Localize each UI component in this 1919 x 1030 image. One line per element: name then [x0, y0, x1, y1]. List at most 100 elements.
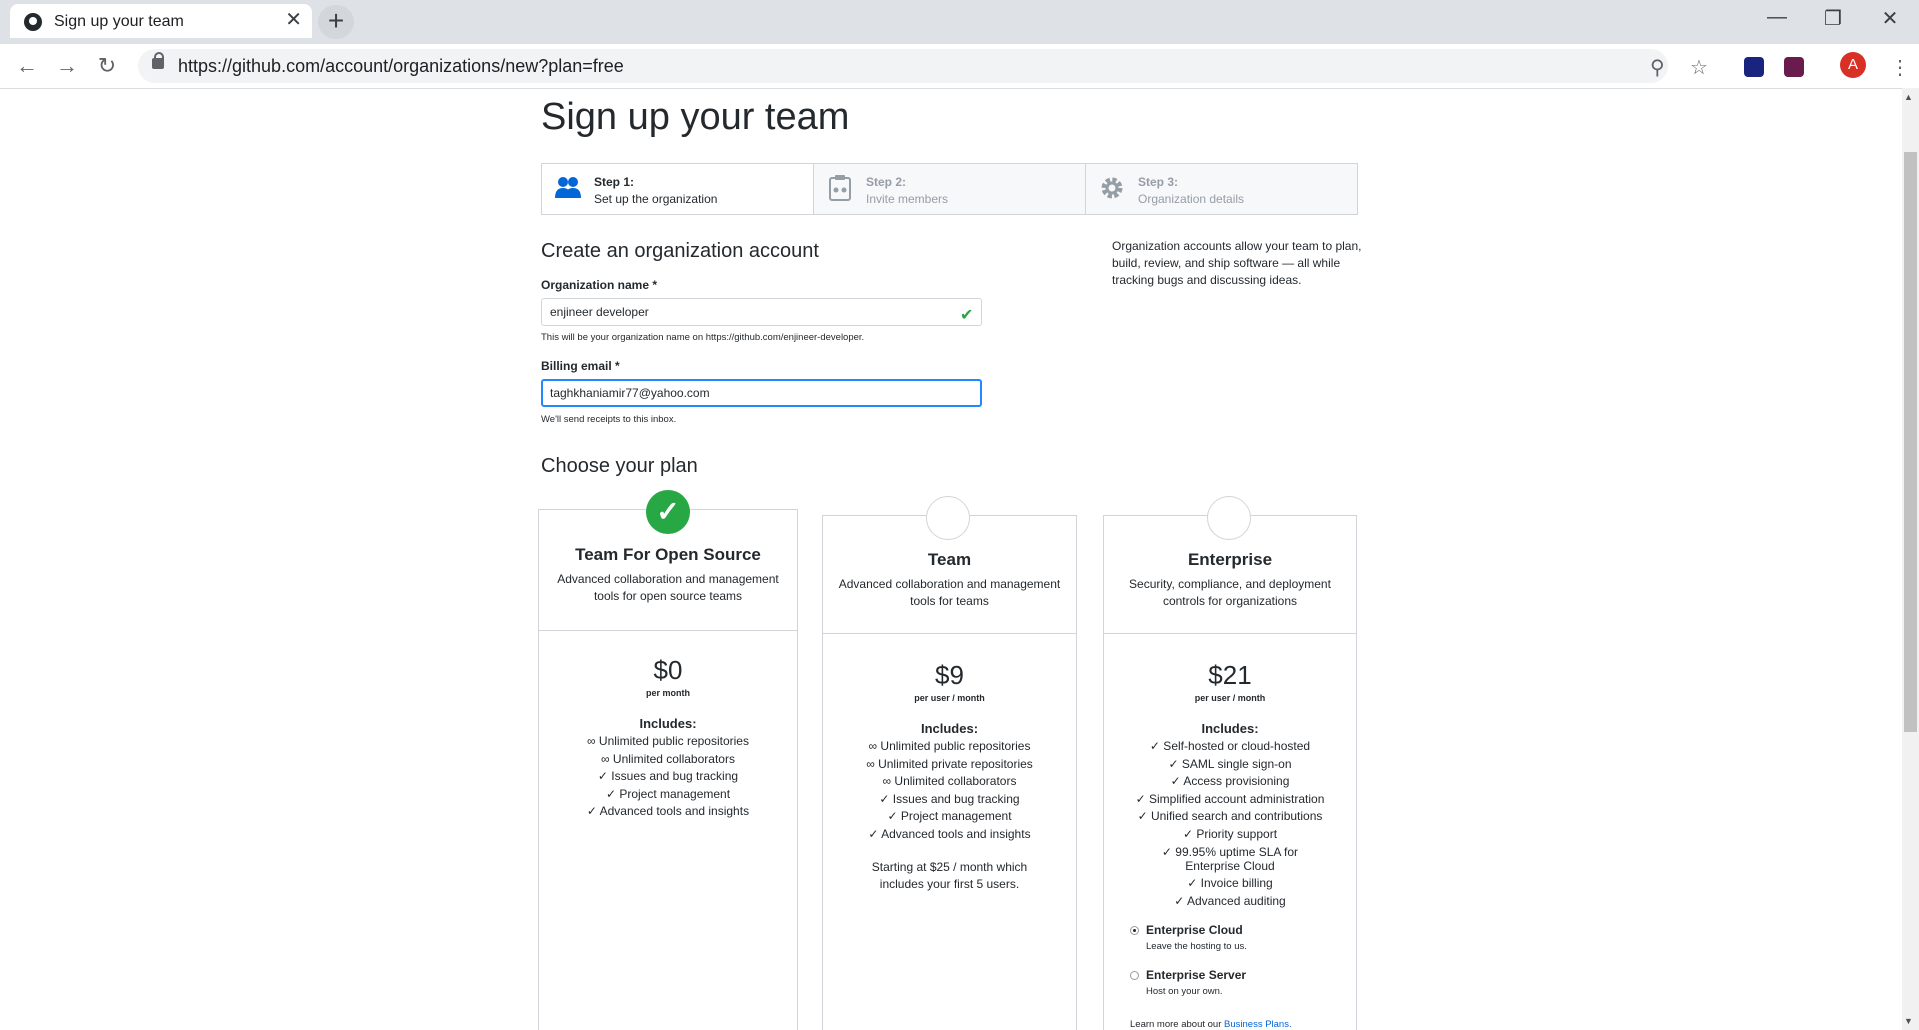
feature-item: ✓ Priority support [1182, 826, 1278, 841]
tab-close-icon[interactable]: ✕ [285, 9, 302, 31]
plan-name: Team For Open Source [575, 545, 761, 564]
minimize-button[interactable]: — [1757, 6, 1797, 29]
profile-avatar[interactable]: A [1840, 52, 1866, 78]
billing-email-label: Billing email * [541, 359, 620, 373]
includes-label: Includes: [920, 721, 979, 736]
org-info-note: Organization accounts allow your team to… [1112, 239, 1362, 287]
feature-item: ✓ Self-hosted or cloud-hosted [1149, 739, 1311, 753]
plan-card-team[interactable]: Team Advanced collaboration and manageme… [822, 515, 1077, 1030]
feature-item: ✓ Advanced tools and insights [868, 826, 1031, 841]
plan-period: per user / month [1194, 693, 1266, 703]
close-window-button[interactable]: ✕ [1870, 6, 1910, 31]
address-bar[interactable]: https://github.com/account/organizations… [138, 49, 1668, 83]
select-plan-radio[interactable] [926, 496, 970, 540]
step-desc: Invite members [866, 192, 949, 206]
feature-item: ✓ Invoice billing [1187, 876, 1273, 890]
plan-period: per month [646, 688, 690, 698]
step-desc: Organization details [1138, 192, 1245, 206]
browser-toolbar: ← → ↻ https://github.com/account/organiz… [0, 44, 1919, 89]
gear-icon [1101, 177, 1123, 199]
feature-item: ✓ Issues and bug tracking [879, 791, 1020, 806]
zoom-icon[interactable]: ⚲ [1650, 55, 1665, 80]
org-name-label: Organization name * [541, 278, 658, 292]
feature-list: ∞ Unlimited public repositories ∞ Unlimi… [539, 733, 797, 821]
browser-tab[interactable]: Sign up your team ✕ [10, 4, 312, 38]
org-name-note: This will be your organization name on h… [541, 332, 865, 343]
valid-check-icon: ✔ [960, 307, 974, 324]
lock-icon [152, 52, 164, 69]
step-2: Step 2: Invite members [814, 164, 1086, 214]
plan-card-open-source[interactable]: Team For Open Source Advanced collaborat… [538, 509, 798, 1030]
new-tab-button[interactable]: + [318, 5, 354, 39]
step-1: Step 1: Set up the organization [542, 164, 814, 214]
enterprise-server-radio[interactable] [1130, 971, 1139, 980]
learn-more-prefix: Learn more about our [1130, 1019, 1225, 1030]
people-icon [555, 177, 581, 198]
feature-item: ∞ Unlimited private repositories [866, 756, 1033, 771]
plan-desc: Advanced collaboration and management to… [838, 577, 1061, 608]
feature-item: ✓ Advanced tools and insights [586, 804, 750, 818]
menu-icon[interactable]: ⋮ [1890, 55, 1910, 80]
step-label: Step 2: [866, 175, 907, 189]
feature-item: ✓ SAML single sign-on [1168, 756, 1292, 771]
feature-item: ✓ Project management [887, 809, 1012, 823]
learn-more-text: Learn more about our Business Plans. [1130, 1019, 1292, 1030]
feature-item: ∞ Unlimited collaborators [882, 774, 1017, 788]
back-button[interactable]: ← [12, 53, 42, 79]
enterprise-cloud-radio[interactable] [1130, 926, 1139, 935]
form-heading: Create an organization account [541, 240, 819, 262]
url-text[interactable]: https://github.com/account/organizations… [178, 56, 624, 77]
feature-item: ✓ 99.95% uptime SLA for Enterprise Cloud [1161, 845, 1299, 873]
feature-list: ✓ Self-hosted or cloud-hosted ✓ SAML sin… [1104, 738, 1356, 910]
scroll-up-icon[interactable]: ▲ [1904, 92, 1913, 102]
feature-item: ∞ Unlimited collaborators [601, 751, 735, 766]
billing-email-note: We'll send receipts to this inbox. [541, 414, 677, 425]
includes-label: Includes: [1201, 721, 1259, 736]
forward-button[interactable]: → [52, 53, 82, 79]
plan-desc: Security, compliance, and deployment con… [1129, 577, 1331, 608]
reload-button[interactable]: ↻ [92, 53, 122, 79]
select-plan-radio[interactable] [1207, 496, 1251, 540]
plan-price: $21 [1208, 660, 1252, 690]
feature-item: ✓ Project management [605, 786, 731, 801]
bookmark-star-icon[interactable]: ☆ [1690, 55, 1708, 80]
option-label: Enterprise Cloud [1146, 923, 1243, 937]
plan-price: $0 [653, 655, 683, 685]
feature-list: ∞ Unlimited public repositories ∞ Unlimi… [823, 738, 1076, 843]
selected-check-icon[interactable]: ✓ [646, 490, 690, 534]
includes-label: Includes: [639, 716, 697, 731]
feature-item: ∞ Unlimited public repositories [587, 734, 749, 748]
tab-title: Sign up your team [54, 13, 184, 30]
plan-desc: Advanced collaboration and management to… [557, 572, 779, 603]
option-sub: Host on your own. [1146, 986, 1223, 997]
option-sub: Leave the hosting to us. [1146, 941, 1247, 952]
feature-item: ✓ Access provisioning [1170, 774, 1290, 788]
feature-item: ✓ Advanced auditing [1174, 893, 1286, 908]
step-label: Step 3: [1138, 175, 1179, 189]
plan-name: Enterprise [1187, 550, 1273, 569]
feature-item: ∞ Unlimited public repositories [868, 739, 1031, 753]
plan-price: $9 [935, 660, 964, 690]
page-title: Sign up your team [541, 96, 850, 138]
extension-icon[interactable] [1784, 57, 1804, 77]
plan-card-enterprise[interactable]: Enterprise Security, compliance, and dep… [1103, 515, 1357, 1030]
org-name-input[interactable] [541, 298, 982, 326]
billing-email-input[interactable] [541, 379, 982, 407]
extension-icon[interactable] [1744, 57, 1764, 77]
browser-chrome: Sign up your team ✕ + — ❐ ✕ ← → ↻ https:… [0, 0, 1919, 89]
step-3: Step 3: Organization details [1086, 164, 1357, 214]
scroll-down-icon[interactable]: ▼ [1904, 1016, 1913, 1026]
feature-item: ✓ Simplified account administration [1135, 791, 1325, 806]
restore-button[interactable]: ❐ [1813, 6, 1853, 31]
plan-name: Team [927, 550, 972, 569]
business-plans-link[interactable]: Business Plans. [1224, 1019, 1292, 1030]
step-desc: Set up the organization [594, 192, 718, 206]
team-starting-price: Starting at $25 / month which includes y… [871, 860, 1028, 891]
step-label: Step 1: [594, 175, 635, 189]
option-label: Enterprise Server [1146, 968, 1247, 982]
github-logo-icon [24, 13, 42, 31]
scrollbar-thumb[interactable] [1904, 152, 1917, 732]
clipboard-icon [829, 175, 851, 201]
feature-item: ✓ Unified search and contributions [1137, 809, 1323, 823]
feature-item: ✓ Issues and bug tracking [597, 769, 739, 783]
